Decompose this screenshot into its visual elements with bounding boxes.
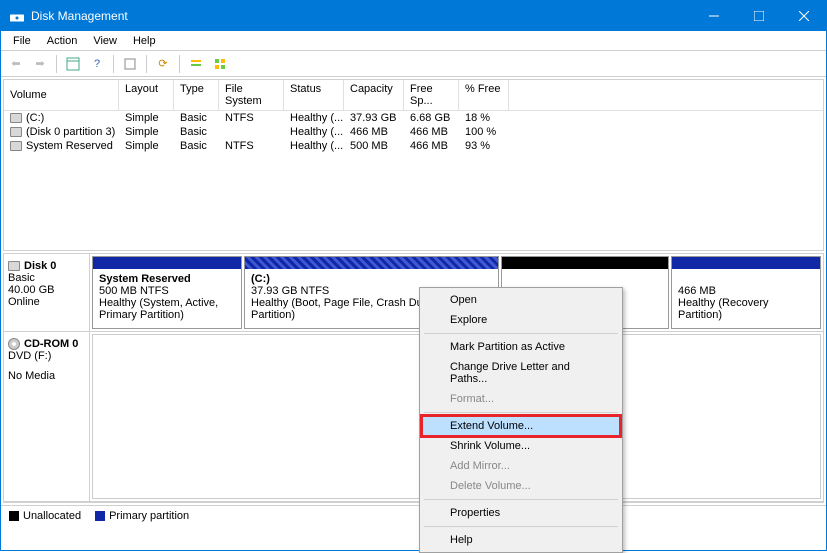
disk-info[interactable]: Disk 0 Basic 40.00 GB Online <box>4 254 90 331</box>
disk-row: CD-ROM 0 DVD (F:) No Media <box>4 332 823 502</box>
drive-icon <box>10 113 22 123</box>
col-free[interactable]: Free Sp... <box>404 80 459 110</box>
partition-status: Healthy (System, Active, Primary Partiti… <box>99 297 218 321</box>
partition-bar <box>93 257 241 269</box>
separator <box>179 55 180 73</box>
volume-name: (Disk 0 partition 3) <box>26 126 115 138</box>
col-layout[interactable]: Layout <box>119 80 174 110</box>
menubar: File Action View Help <box>1 31 826 51</box>
disk-size: 40.00 GB <box>8 284 85 296</box>
partition-bar <box>245 257 498 269</box>
disk-state: Online <box>8 296 85 308</box>
context-menu: Open Explore Mark Partition as Active Ch… <box>419 287 623 553</box>
legend: Unallocated Primary partition <box>1 505 826 526</box>
drive-icon <box>10 127 22 137</box>
partition-size: 37.93 GB NTFS <box>251 285 329 297</box>
disk-name: CD-ROM 0 <box>24 338 78 350</box>
cdrom-drive: DVD (F:) <box>8 350 85 362</box>
tile-icon[interactable] <box>209 53 231 75</box>
drive-icon <box>10 141 22 151</box>
separator <box>424 526 618 527</box>
forward-button[interactable]: ➡ <box>29 53 51 75</box>
separator <box>56 55 57 73</box>
partition-name: System Reserved <box>99 273 191 285</box>
disk-graphical-view: Disk 0 Basic 40.00 GB Online System Rese… <box>3 253 824 503</box>
volume-row[interactable]: (C:) Simple Basic NTFS Healthy (... 37.9… <box>4 111 823 125</box>
ctx-change-letter[interactable]: Change Drive Letter and Paths... <box>422 357 620 389</box>
separator <box>113 55 114 73</box>
close-button[interactable] <box>781 1 826 31</box>
separator <box>146 55 147 73</box>
disk-info[interactable]: CD-ROM 0 DVD (F:) No Media <box>4 332 90 501</box>
cdrom-status: No Media <box>8 370 85 382</box>
partition-system-reserved[interactable]: System Reserved 500 MB NTFS Healthy (Sys… <box>92 256 242 329</box>
partition-bar <box>672 257 820 269</box>
ctx-format[interactable]: Format... <box>422 389 620 409</box>
partition-size: 466 MB <box>678 285 716 297</box>
list-icon[interactable] <box>185 53 207 75</box>
separator <box>424 412 618 413</box>
ctx-add-mirror[interactable]: Add Mirror... <box>422 456 620 476</box>
menu-view[interactable]: View <box>85 33 125 49</box>
ctx-properties[interactable]: Properties <box>422 503 620 523</box>
col-status[interactable]: Status <box>284 80 344 110</box>
separator <box>424 333 618 334</box>
back-button[interactable]: ⬅ <box>5 53 27 75</box>
minimize-button[interactable] <box>691 1 736 31</box>
separator <box>424 499 618 500</box>
col-pct[interactable]: % Free <box>459 80 509 110</box>
ctx-open[interactable]: Open <box>422 290 620 310</box>
volume-row[interactable]: (Disk 0 partition 3) Simple Basic Health… <box>4 125 823 139</box>
partition-recovery[interactable]: 466 MB Healthy (Recovery Partition) <box>671 256 821 329</box>
disk-icon <box>8 261 20 271</box>
app-icon <box>9 8 25 24</box>
col-volume[interactable]: Volume <box>4 80 119 110</box>
col-cap[interactable]: Capacity <box>344 80 404 110</box>
volume-row[interactable]: System Reserved Simple Basic NTFS Health… <box>4 139 823 153</box>
col-fs[interactable]: File System <box>219 80 284 110</box>
legend-primary: Primary partition <box>95 510 189 522</box>
partition-size: 500 MB NTFS <box>99 285 169 297</box>
volume-name: (C:) <box>26 112 44 124</box>
refresh-icon[interactable]: ⟳ <box>152 53 174 75</box>
ctx-delete-volume[interactable]: Delete Volume... <box>422 476 620 496</box>
ctx-help[interactable]: Help <box>422 530 620 550</box>
volume-name: System Reserved <box>26 140 113 152</box>
menu-action[interactable]: Action <box>39 33 86 49</box>
legend-unallocated: Unallocated <box>9 510 81 522</box>
volume-list: Volume Layout Type File System Status Ca… <box>3 79 824 251</box>
ctx-shrink-volume[interactable]: Shrink Volume... <box>422 436 620 456</box>
partition-status: Healthy (Recovery Partition) <box>678 297 768 321</box>
view-icon[interactable] <box>62 53 84 75</box>
settings-icon[interactable] <box>119 53 141 75</box>
window-title: Disk Management <box>31 9 691 23</box>
titlebar: Disk Management <box>1 1 826 31</box>
disk-row: Disk 0 Basic 40.00 GB Online System Rese… <box>4 254 823 332</box>
ctx-explore[interactable]: Explore <box>422 310 620 330</box>
ctx-mark-active[interactable]: Mark Partition as Active <box>422 337 620 357</box>
ctx-extend-volume[interactable]: Extend Volume... <box>422 416 620 436</box>
menu-file[interactable]: File <box>5 33 39 49</box>
menu-help[interactable]: Help <box>125 33 164 49</box>
toolbar: ⬅ ➡ ? ⟳ <box>1 51 826 77</box>
help-icon[interactable]: ? <box>86 53 108 75</box>
partition-bar <box>502 257 668 269</box>
volume-header: Volume Layout Type File System Status Ca… <box>4 80 823 111</box>
col-type[interactable]: Type <box>174 80 219 110</box>
disk-type: Basic <box>8 272 85 284</box>
maximize-button[interactable] <box>736 1 781 31</box>
partition-name: (C:) <box>251 273 270 285</box>
disk-name: Disk 0 <box>24 260 56 272</box>
cdrom-icon <box>8 338 20 350</box>
